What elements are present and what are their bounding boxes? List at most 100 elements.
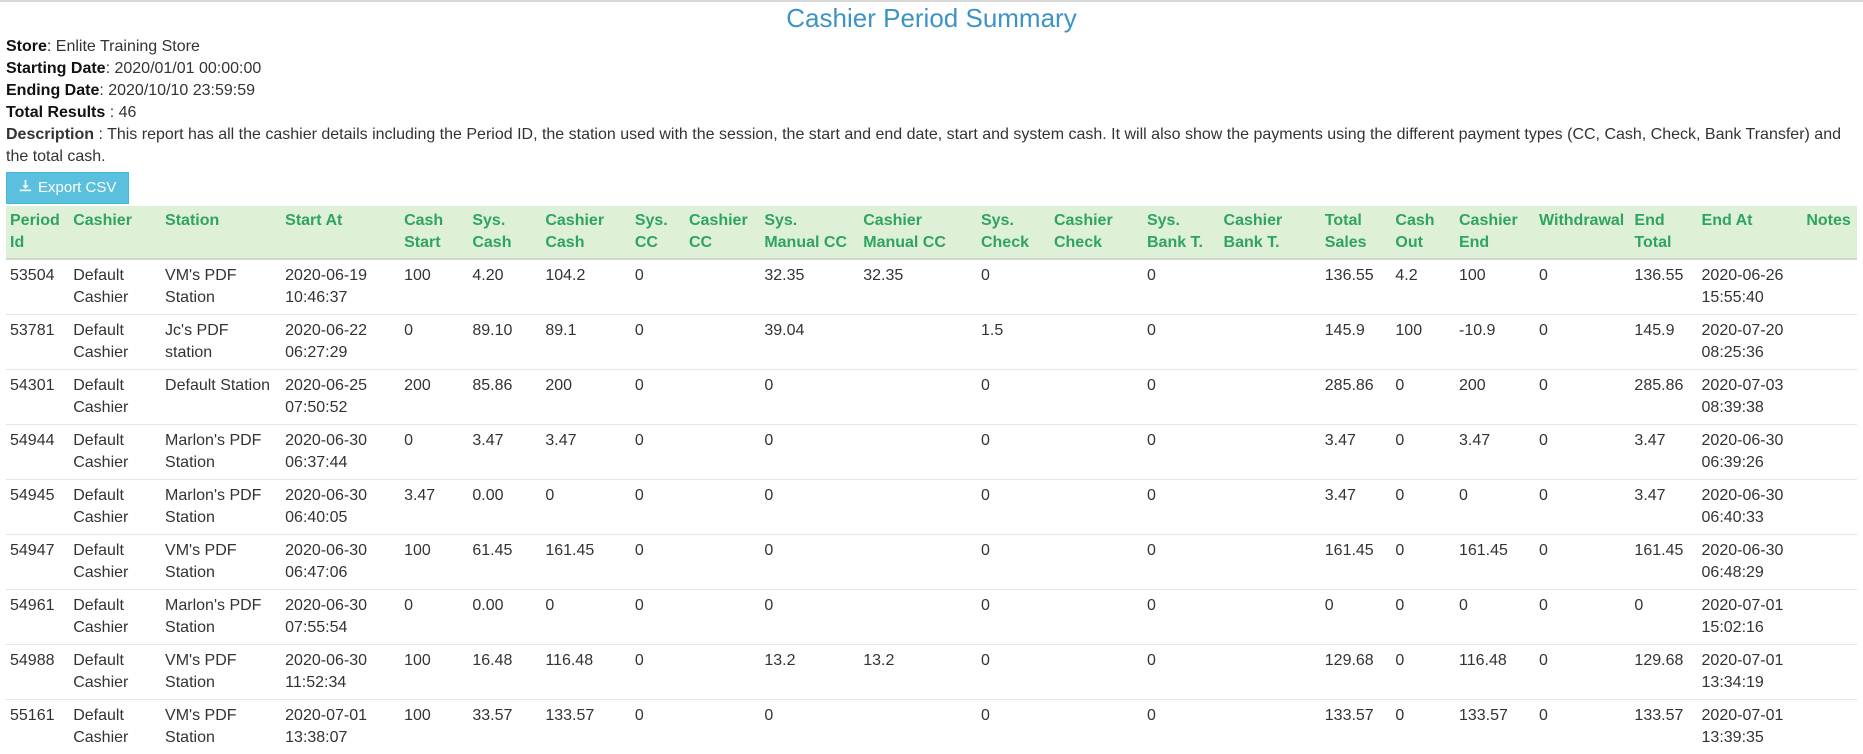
table-cell: 0	[1533, 535, 1628, 590]
table-cell: 161.45	[1319, 535, 1390, 590]
table-cell: 2020-06-19 10:46:37	[279, 259, 398, 315]
table-cell: 0	[1533, 425, 1628, 480]
table-cell: 39.04	[758, 315, 857, 370]
table-cell	[1800, 370, 1857, 425]
table-cell	[857, 590, 975, 645]
col-period-id: Period Id	[6, 206, 67, 259]
table-cell: Marlon's PDF Station	[159, 425, 279, 480]
table-cell: 3.47	[539, 425, 628, 480]
table-cell	[1048, 590, 1141, 645]
col-cashier-end: Cashier End	[1453, 206, 1533, 259]
col-sys-cc: Sys. CC	[629, 206, 683, 259]
table-cell: 61.45	[466, 535, 539, 590]
table-cell: 161.45	[1628, 535, 1695, 590]
table-cell: 0	[1141, 645, 1218, 700]
table-cell: Default Cashier	[67, 480, 159, 535]
meta-store-label: Store	[6, 38, 47, 55]
col-cashier-check: Cashier Check	[1048, 206, 1141, 259]
table-cell	[1218, 370, 1319, 425]
table-cell	[1800, 259, 1857, 315]
table-cell	[1800, 645, 1857, 700]
table-cell: VM's PDF Station	[159, 535, 279, 590]
table-cell: VM's PDF Station	[159, 645, 279, 700]
table-cell	[857, 480, 975, 535]
export-csv-button[interactable]: Export CSV	[6, 172, 129, 204]
table-cell: Marlon's PDF Station	[159, 590, 279, 645]
table-cell: 0	[975, 535, 1048, 590]
table-row: 54945Default CashierMarlon's PDF Station…	[6, 480, 1857, 535]
col-start-at: Start At	[279, 206, 398, 259]
meta-store: Store: Enlite Training Store	[6, 36, 1857, 58]
report-page: Cashier Period Summary Store: Enlite Tra…	[0, 4, 1863, 754]
col-station: Station	[159, 206, 279, 259]
table-cell: 0	[975, 425, 1048, 480]
table-cell: 136.55	[1628, 259, 1695, 315]
table-cell: 0	[758, 370, 857, 425]
meta-results-label: Total Results	[6, 104, 105, 121]
table-cell: 0	[1453, 480, 1533, 535]
table-cell: Default Cashier	[67, 425, 159, 480]
table-cell: 3.47	[1453, 425, 1533, 480]
table-cell: 0	[1319, 590, 1390, 645]
table-cell: 2020-07-01 13:34:19	[1696, 645, 1801, 700]
table-header-row: Period Id Cashier Station Start At Cash …	[6, 206, 1857, 259]
meta-starting-date: Starting Date: 2020/01/01 00:00:00	[6, 58, 1857, 80]
table-cell	[1048, 645, 1141, 700]
table-cell: 0	[758, 425, 857, 480]
table-cell: 2020-07-20 08:25:36	[1696, 315, 1801, 370]
table-cell: 0	[629, 480, 683, 535]
table-row: 54944Default CashierMarlon's PDF Station…	[6, 425, 1857, 480]
table-cell: 161.45	[539, 535, 628, 590]
table-cell	[1048, 480, 1141, 535]
table-cell: 2020-06-30 06:37:44	[279, 425, 398, 480]
table-cell: 0	[1141, 535, 1218, 590]
table-cell: Default Cashier	[67, 315, 159, 370]
table-cell: 0	[1389, 645, 1453, 700]
table-cell: 3.47	[1319, 480, 1390, 535]
table-cell	[1048, 425, 1141, 480]
meta-description: Description : This report has all the ca…	[6, 124, 1847, 168]
table-cell: 200	[1453, 370, 1533, 425]
table-cell: 54944	[6, 425, 67, 480]
table-cell	[683, 480, 758, 535]
table-cell: Default Cashier	[67, 590, 159, 645]
table-cell	[683, 259, 758, 315]
table-cell: 136.55	[1319, 259, 1390, 315]
page-title: Cashier Period Summary	[6, 4, 1857, 32]
table-cell	[683, 425, 758, 480]
cashier-period-table: Period Id Cashier Station Start At Cash …	[6, 206, 1857, 754]
table-cell: 2020-06-30 06:48:29	[1696, 535, 1801, 590]
col-cash-start: Cash Start	[398, 206, 466, 259]
table-cell	[1218, 259, 1319, 315]
col-cashier-cc: Cashier CC	[683, 206, 758, 259]
table-body: 53504Default CashierVM's PDF Station2020…	[6, 259, 1857, 754]
table-cell: 54961	[6, 590, 67, 645]
table-cell: 2020-06-30 07:55:54	[279, 590, 398, 645]
table-cell: 200	[398, 370, 466, 425]
table-cell	[1800, 425, 1857, 480]
table-cell	[1800, 315, 1857, 370]
table-cell: -10.9	[1453, 315, 1533, 370]
table-cell	[857, 370, 975, 425]
table-cell: 54301	[6, 370, 67, 425]
table-cell: 2020-07-01 15:02:16	[1696, 590, 1801, 645]
table-cell: 53504	[6, 259, 67, 315]
table-cell: 0	[1533, 645, 1628, 700]
table-cell: Marlon's PDF Station	[159, 480, 279, 535]
top-border	[0, 0, 1863, 2]
table-cell	[1048, 535, 1141, 590]
table-cell	[1800, 480, 1857, 535]
table-cell: 0	[1389, 425, 1453, 480]
table-cell: 0	[398, 590, 466, 645]
table-cell: 0	[975, 370, 1048, 425]
col-sys-check: Sys. Check	[975, 206, 1048, 259]
export-csv-label: Export CSV	[38, 179, 116, 197]
col-end-total: End Total	[1628, 206, 1695, 259]
table-cell: 0	[758, 480, 857, 535]
meta-start-value: : 2020/01/01 00:00:00	[106, 60, 262, 77]
table-cell: 0	[1389, 370, 1453, 425]
table-cell: 16.48	[466, 645, 539, 700]
table-cell	[683, 370, 758, 425]
table-cell: 0	[1453, 590, 1533, 645]
table-cell: Default Cashier	[67, 259, 159, 315]
